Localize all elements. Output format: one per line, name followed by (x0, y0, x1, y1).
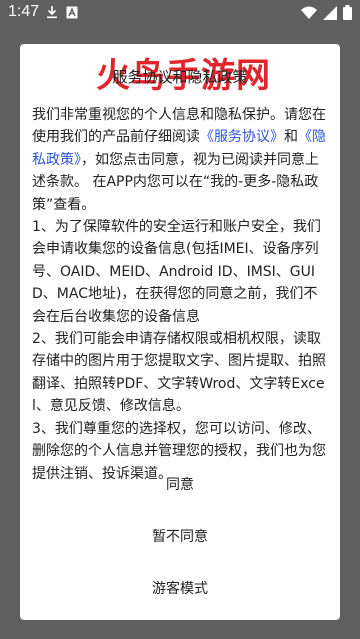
service-agreement-link[interactable]: 《服务协议》 (200, 129, 284, 145)
privacy-dialog: 火鸟手游网 服务协议和隐私政策 我们非常重视您的个人信息和隐私保护。请您在使用我… (20, 44, 340, 620)
and-text: 和 (284, 129, 298, 146)
navigation-bar (0, 625, 360, 639)
status-left-icons (46, 5, 78, 23)
download-icon (46, 5, 58, 23)
disagree-button[interactable]: 暂不同意 (20, 526, 340, 546)
agree-button[interactable]: 同意 (20, 474, 340, 494)
dialog-title: 服务协议和隐私政策 (112, 68, 248, 86)
device-info-paragraph: 1、为了保障软件的安全运行和账户安全，我们会申请收集您的设备信息(包括IMEI、… (32, 219, 321, 325)
text-a-icon (66, 5, 78, 23)
dialog-body: 我们非常重视您的个人信息和隐私保护。请您在使用我们的产品前仔细阅读《服务协议》和… (32, 104, 330, 485)
wifi-icon (301, 6, 317, 24)
signal-icon (323, 5, 337, 24)
battery-icon (343, 5, 352, 24)
storage-permission-paragraph: 2、我们可能会申请存储权限或相机权限，读取存储中的图片用于您提取文字、图片提取、… (32, 331, 326, 415)
status-right-icons (301, 5, 352, 24)
status-time: 1:47 (8, 3, 40, 20)
status-bar: 1:47 (0, 0, 360, 26)
guest-mode-button[interactable]: 游客模式 (20, 578, 340, 598)
intro-paragraph: 我们非常重视您的个人信息和隐私保护。请您在使用我们的产品前仔细阅读《服务协议》和… (32, 104, 330, 216)
